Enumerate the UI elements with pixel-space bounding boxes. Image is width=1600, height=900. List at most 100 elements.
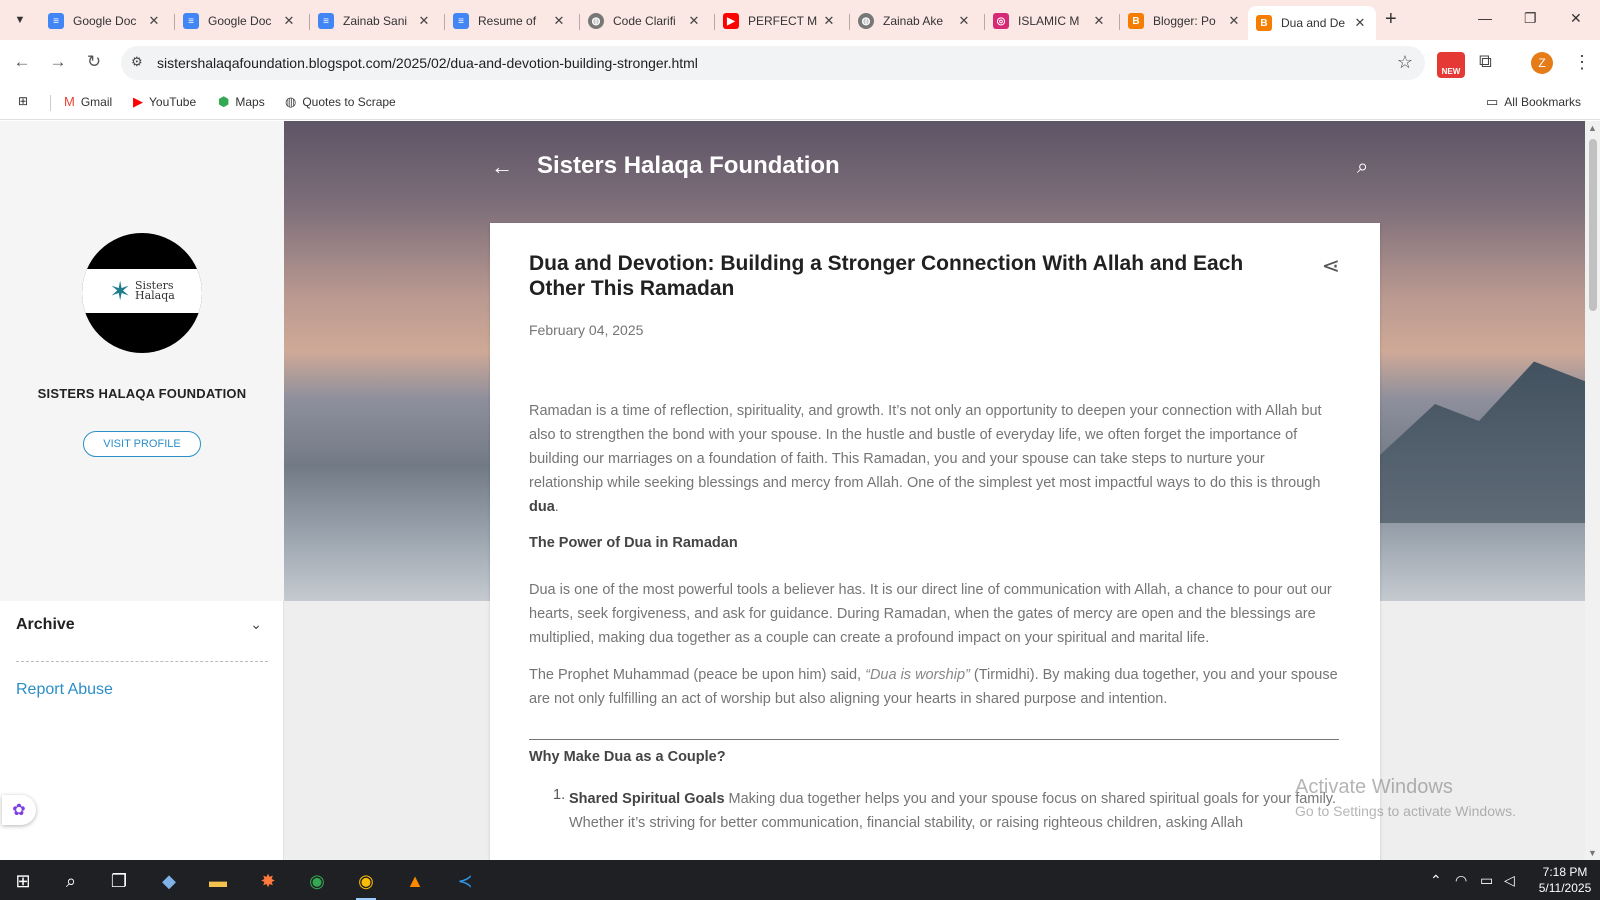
bookmark-quotes[interactable]: ◍ Quotes to Scrape [285, 94, 396, 110]
chevron-down-icon[interactable]: ⌄ [250, 616, 262, 633]
docs-icon: ≡ [183, 13, 199, 29]
all-bookmarks-label: All Bookmarks [1504, 95, 1581, 109]
watermark-title: Activate Windows [1295, 776, 1453, 798]
tray-chevron-up-icon[interactable]: ⌃ [1430, 872, 1442, 889]
apps-icon[interactable]: ⊞ [18, 94, 28, 108]
paragraph-dua: Dua is one of the most powerful tools a … [529, 582, 1332, 646]
close-icon[interactable]: ✕ [821, 13, 837, 29]
tab-title: Dua and De [1281, 16, 1346, 30]
scroll-down-icon[interactable]: ▼ [1588, 848, 1597, 858]
restore-icon[interactable]: ❐ [1524, 10, 1537, 27]
globe-icon: ◍ [285, 94, 297, 109]
close-icon[interactable]: ✕ [956, 13, 972, 29]
youtube-icon: ▶ [723, 13, 739, 29]
chrome-profile-a-icon[interactable]: ◉ [304, 868, 330, 894]
bookmark-label: YouTube [149, 95, 197, 109]
tab-8[interactable]: ◎ ISLAMIC M ✕ [985, 6, 1115, 36]
docs-icon: ≡ [318, 13, 334, 29]
paragraph-intro: Ramadan is a time of reflection, spiritu… [529, 403, 1322, 515]
heading-why-couple: Why Make Dua as a Couple? [529, 749, 726, 765]
new-tab-icon[interactable]: + [1385, 8, 1397, 31]
file-explorer-icon[interactable]: ▬ [205, 868, 231, 894]
profile-avatar[interactable]: Z [1531, 52, 1553, 74]
back-arrow-icon[interactable]: ← [491, 154, 513, 180]
tab-search-icon[interactable]: ▼ [8, 8, 32, 32]
logo-text: Sisters Halaqa [134, 279, 175, 302]
tab-1[interactable]: ≡ Google Doc ✕ [40, 6, 170, 36]
close-icon[interactable]: ✕ [281, 13, 297, 29]
tab-4[interactable]: ≡ Resume of ✕ [445, 6, 575, 36]
scroll-thumb[interactable] [1589, 139, 1597, 311]
bookmark-label: Gmail [80, 94, 113, 109]
report-abuse-link[interactable]: Report Abuse [16, 681, 113, 699]
blog-logo[interactable]: ✶ Sisters Halaqa [82, 233, 202, 353]
tab-active[interactable]: B Dua and De ✕ [1248, 6, 1376, 40]
clock-date: 5/11/2025 [1538, 881, 1592, 895]
all-bookmarks[interactable]: ▭ All Bookmarks [1486, 94, 1581, 110]
share-icon[interactable]: ⋖ [1322, 253, 1340, 279]
battery-icon[interactable]: ▭ [1480, 872, 1493, 889]
cube-app-icon[interactable]: ◆ [156, 868, 182, 894]
address-bar[interactable]: ⚙ sistershalaqafoundation.blogspot.com/2… [121, 46, 1425, 80]
close-icon[interactable]: ✕ [1352, 15, 1368, 31]
search-icon[interactable]: ⌕ [58, 868, 84, 894]
volume-icon[interactable]: ◁ [1504, 872, 1515, 889]
bookmark-gmail[interactable]: M Gmail [64, 94, 112, 109]
menu-icon[interactable]: ⋮ [1573, 52, 1591, 73]
tab-9[interactable]: B Blogger: Po ✕ [1120, 6, 1250, 36]
tab-title: Google Doc [208, 14, 272, 28]
tab-7[interactable]: ◍ Zainab Ake ✕ [850, 6, 980, 36]
blog-title[interactable]: Sisters Halaqa Foundation [537, 152, 840, 180]
tab-5[interactable]: ◍ Code Clarifi ✕ [580, 6, 710, 36]
site-name: SISTERS HALAQA FOUNDATION [37, 386, 247, 401]
task-view-icon[interactable]: ❐ [106, 868, 132, 894]
tab-title: Zainab Ake [883, 14, 944, 28]
back-icon[interactable]: ← [10, 52, 34, 72]
windows-start-icon[interactable]: ⊞ [10, 868, 36, 894]
close-icon[interactable]: ✕ [551, 13, 567, 29]
archive-toggle[interactable]: Archive ⌄ [16, 616, 268, 644]
search-icon[interactable]: ⌕ [1357, 156, 1368, 179]
minimize-icon[interactable]: — [1478, 10, 1492, 26]
tab-3[interactable]: ≡ Zainab Sani ✕ [310, 6, 440, 36]
xampp-icon[interactable]: ✸ [255, 868, 281, 894]
close-icon[interactable]: ✕ [1226, 13, 1242, 29]
clock-time: 7:18 PM [1542, 865, 1588, 879]
maps-icon: ⬢ [218, 94, 230, 109]
chrome-profile-z-icon[interactable]: ◉ [353, 868, 379, 900]
bookmark-youtube[interactable]: ▶ YouTube [133, 94, 196, 110]
vscode-icon[interactable]: ≺ [452, 868, 478, 894]
extensions-icon[interactable]: ⧉ [1479, 51, 1492, 72]
reload-icon[interactable]: ↻ [82, 52, 106, 72]
window-close-icon[interactable]: ✕ [1570, 10, 1582, 27]
page-scrollbar[interactable]: ▲ ▼ [1585, 121, 1600, 860]
wifi-icon[interactable]: ◠ [1455, 872, 1467, 889]
close-icon[interactable]: ✕ [1091, 13, 1107, 29]
blogger-icon: B [1256, 15, 1272, 31]
profile-panel [0, 121, 284, 601]
brain-extension-icon[interactable]: ✿ [2, 795, 36, 825]
visit-profile-button[interactable]: VISIT PROFILE [83, 431, 201, 457]
forward-icon[interactable]: → [46, 52, 70, 72]
close-icon[interactable]: ✕ [686, 13, 702, 29]
bookmark-maps[interactable]: ⬢ Maps [218, 94, 265, 110]
globe-icon: ◍ [858, 13, 874, 29]
url-text[interactable]: sistershalaqafoundation.blogspot.com/202… [157, 55, 698, 71]
star-logo-icon: ✶ [109, 275, 131, 306]
tab-2[interactable]: ≡ Google Doc ✕ [175, 6, 305, 36]
tab-6[interactable]: ▶ PERFECT M ✕ [715, 6, 845, 36]
heading-power-of-dua: The Power of Dua in Ramadan [529, 535, 738, 551]
close-icon[interactable]: ✕ [146, 13, 162, 29]
blogger-icon: B [1128, 13, 1144, 29]
scroll-up-icon[interactable]: ▲ [1588, 123, 1597, 133]
close-icon[interactable]: ✕ [416, 13, 432, 29]
site-info-icon[interactable]: ⚙ [131, 54, 143, 70]
vlc-icon[interactable]: ▲ [402, 868, 428, 894]
blog-page: ✶ Sisters Halaqa SISTERS HALAQA FOUNDATIO… [0, 121, 1600, 860]
taskbar-clock[interactable]: 7:18 PM 5/11/2025 [1532, 864, 1598, 896]
bookmarks-bar: ⊞ M Gmail ▶ YouTube ⬢ Maps ◍ Quotes to S… [0, 86, 1600, 120]
tab-title: ISLAMIC M [1018, 14, 1080, 28]
bookmark-star-icon[interactable]: ☆ [1397, 52, 1413, 73]
browser-toolbar: ← → ↻ ⚙ sistershalaqafoundation.blogspot… [0, 40, 1600, 86]
extension-new-icon[interactable]: NEW [1437, 52, 1465, 78]
